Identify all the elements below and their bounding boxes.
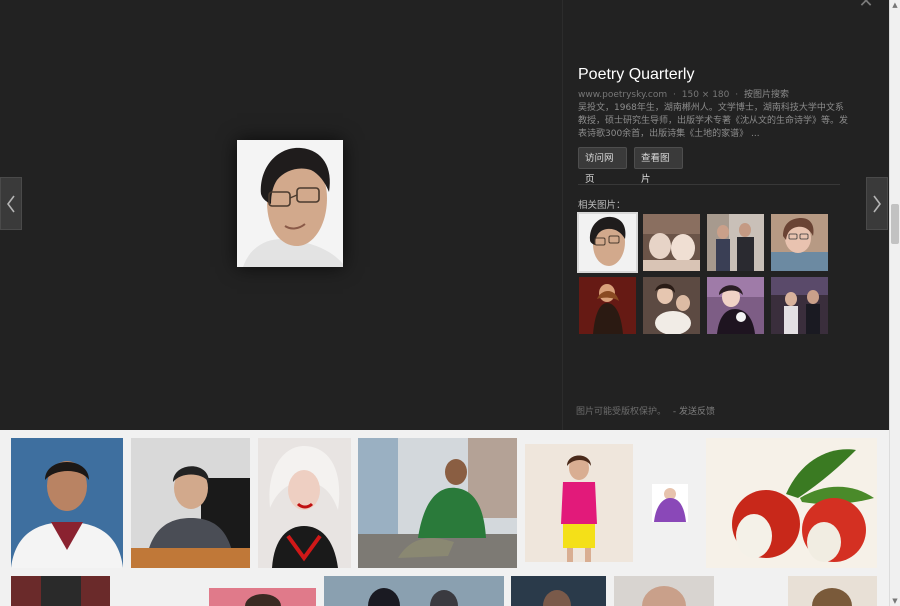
related-thumb[interactable] bbox=[707, 214, 764, 271]
panel-divider bbox=[578, 184, 840, 185]
result-image[interactable] bbox=[324, 576, 504, 606]
scrollbar-thumb[interactable] bbox=[891, 204, 899, 244]
result-image[interactable] bbox=[209, 588, 316, 606]
result-image[interactable] bbox=[614, 576, 714, 606]
page-scrollbar[interactable]: ▲ ▼ bbox=[889, 0, 900, 606]
result-image[interactable] bbox=[358, 438, 517, 568]
copyright-notice: 图片可能受版权保护。 bbox=[576, 407, 667, 417]
result-image[interactable] bbox=[652, 484, 688, 522]
view-image-button[interactable]: 查看图片 bbox=[634, 147, 683, 185]
image-dimensions: 150 × 180 bbox=[681, 90, 730, 100]
next-image-button[interactable] bbox=[866, 177, 888, 230]
related-thumb[interactable] bbox=[771, 214, 828, 271]
source-domain[interactable]: www.poetrysky.com bbox=[578, 90, 667, 100]
scroll-up-icon[interactable]: ▲ bbox=[890, 0, 900, 10]
result-image[interactable] bbox=[11, 576, 110, 606]
result-image[interactable] bbox=[11, 438, 123, 568]
related-images-label: 相关图片： bbox=[578, 200, 626, 211]
related-thumb[interactable] bbox=[579, 277, 636, 334]
image-title[interactable]: Poetry Quarterly bbox=[578, 66, 694, 84]
search-by-image-link[interactable]: 按图片搜索 bbox=[744, 90, 789, 100]
result-image[interactable] bbox=[511, 576, 606, 606]
scroll-down-icon[interactable]: ▼ bbox=[890, 596, 900, 606]
image-details-panel: Poetry Quarterly www.poetrysky.com · 150… bbox=[562, 0, 867, 430]
related-thumb[interactable] bbox=[707, 277, 764, 334]
image-viewer: ✕ Poetry Quarterly www.poetrysky.com · 1… bbox=[0, 0, 889, 430]
visit-page-button[interactable]: 访问网页 bbox=[578, 147, 627, 185]
previous-image-button[interactable] bbox=[0, 177, 22, 230]
result-image[interactable] bbox=[706, 438, 877, 568]
result-image[interactable] bbox=[788, 576, 877, 606]
main-preview-image[interactable] bbox=[237, 140, 343, 267]
image-description: 吴投文，1968年生，湖南郴州人。文学博士，湖南科技大学中文系教授，硕士研究生导… bbox=[578, 103, 849, 139]
panel-footer: 图片可能受版权保护。 - 发送反馈 bbox=[576, 404, 715, 417]
chevron-right-icon bbox=[873, 195, 881, 212]
result-image[interactable] bbox=[525, 444, 633, 562]
result-image[interactable] bbox=[118, 601, 201, 606]
result-image[interactable] bbox=[131, 438, 250, 568]
chevron-left-icon bbox=[7, 195, 15, 212]
related-thumb[interactable] bbox=[577, 212, 638, 273]
send-feedback-link[interactable]: - 发送反馈 bbox=[673, 407, 715, 417]
result-image[interactable] bbox=[258, 438, 351, 568]
image-meta: www.poetrysky.com · 150 × 180 · 按图片搜索 bbox=[578, 90, 790, 100]
related-thumb[interactable] bbox=[643, 214, 700, 271]
related-thumb[interactable] bbox=[643, 277, 700, 334]
related-thumb[interactable] bbox=[771, 277, 828, 334]
